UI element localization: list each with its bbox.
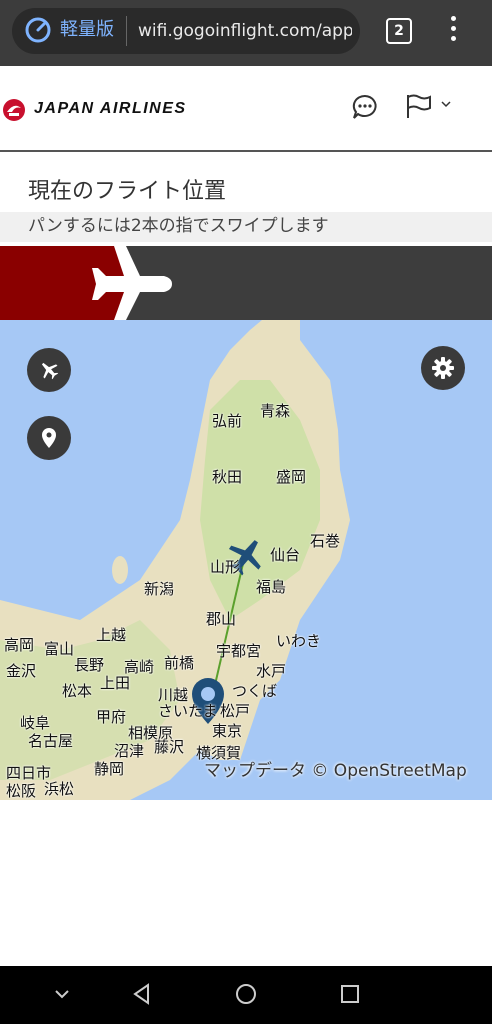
- chevron-down-icon[interactable]: [50, 982, 74, 1006]
- city-label: 仙台: [270, 546, 301, 564]
- tab-switcher-button[interactable]: 2: [386, 18, 412, 44]
- city-label: 青森: [260, 402, 291, 420]
- address-divider: [126, 16, 127, 46]
- center-on-origin-button[interactable]: [27, 416, 71, 460]
- city-label: 静岡: [94, 760, 125, 778]
- language-flag-icon[interactable]: [404, 92, 432, 120]
- city-label: 上越: [96, 626, 127, 644]
- city-label: 甲府: [96, 708, 127, 726]
- jal-crane-logo-icon[interactable]: [2, 98, 26, 122]
- city-label: 松本: [62, 682, 93, 700]
- back-icon[interactable]: [130, 982, 154, 1006]
- pan-hint-text: パンするには2本の指でスワイプします: [28, 216, 329, 236]
- city-label: さいたま: [158, 702, 218, 720]
- city-label: 宇都宮: [216, 642, 262, 660]
- airplane-icon: [92, 246, 172, 320]
- city-label: 岐阜: [20, 714, 51, 732]
- flight-map[interactable]: 弘前 青森 秋田 盛岡 石巻 山形 仙台 新潟 福島 郡山 いわき 上越 高岡 …: [0, 320, 492, 800]
- lite-mode-icon[interactable]: [24, 16, 52, 44]
- city-label: 石巻: [310, 532, 341, 550]
- chevron-down-icon[interactable]: [440, 98, 452, 110]
- page-title: 現在のフライト位置: [28, 179, 227, 204]
- city-label: 新潟: [144, 580, 175, 598]
- city-label: 福島: [256, 578, 287, 596]
- overflow-menu-icon[interactable]: [446, 16, 460, 46]
- city-label: 浜松: [44, 780, 75, 798]
- recents-icon[interactable]: [338, 982, 362, 1006]
- city-label: 水戸: [256, 662, 287, 680]
- chat-icon[interactable]: [350, 92, 380, 122]
- city-label: 富山: [44, 640, 75, 658]
- city-label: 高崎: [124, 658, 155, 676]
- map-attribution[interactable]: マップデータ © OpenStreetMap: [204, 760, 467, 782]
- city-label: 盛岡: [276, 468, 307, 486]
- brand-wordmark[interactable]: JAPAN AIRLINES: [34, 98, 187, 120]
- city-label: 名古屋: [28, 732, 74, 750]
- city-label: 金沢: [6, 662, 37, 680]
- city-label: 長野: [74, 656, 105, 674]
- plane-center-icon: [41, 362, 59, 380]
- center-on-plane-button[interactable]: [27, 348, 71, 392]
- city-label: いわき: [276, 632, 322, 650]
- gear-icon: [432, 357, 454, 379]
- lite-mode-label[interactable]: 軽量版: [60, 16, 114, 44]
- city-label: 秋田: [212, 468, 243, 486]
- city-label: 高岡: [4, 636, 35, 654]
- city-label: 前橋: [164, 654, 195, 672]
- url-text[interactable]: wifi.gogoinflight.com/app: [138, 18, 352, 44]
- city-label: 郡山: [206, 610, 237, 628]
- city-label: 松戸: [220, 702, 251, 720]
- location-pin-icon: [42, 428, 56, 448]
- city-label: 弘前: [212, 412, 243, 430]
- city-label: 沼津: [114, 742, 145, 760]
- city-label: 山形: [210, 558, 241, 576]
- city-label: 藤沢: [154, 738, 185, 756]
- city-label: 上田: [100, 674, 131, 692]
- map-settings-button[interactable]: [421, 346, 465, 390]
- city-label: 東京: [212, 722, 243, 740]
- city-label: つくば: [232, 682, 278, 700]
- city-label: 松阪: [6, 782, 37, 800]
- home-icon[interactable]: [234, 982, 258, 1006]
